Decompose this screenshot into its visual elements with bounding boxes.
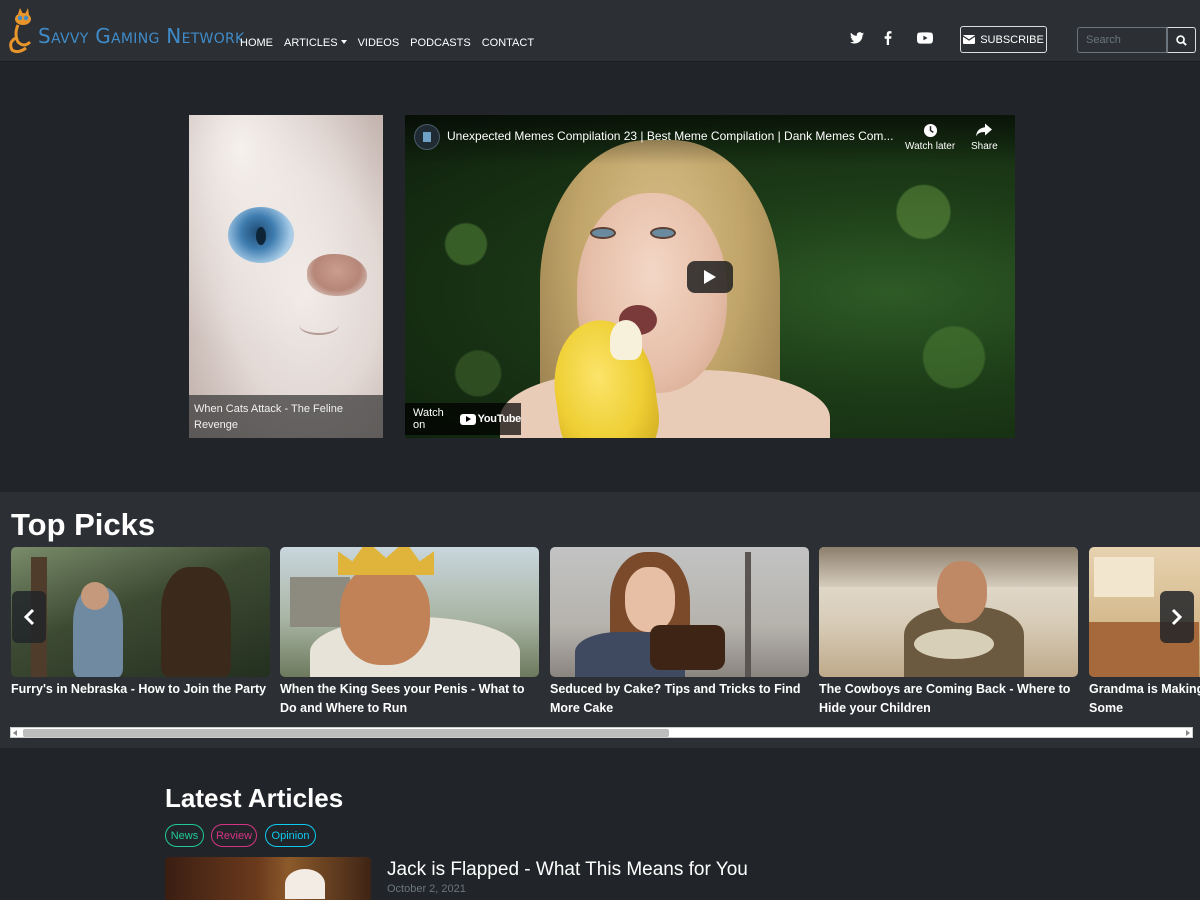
video-person-eye-right bbox=[650, 227, 676, 239]
carousel-prev-button[interactable] bbox=[12, 591, 46, 643]
channel-logo-icon bbox=[423, 132, 431, 142]
caret-down-icon bbox=[340, 40, 347, 44]
carousel-scrollbar[interactable] bbox=[10, 727, 1193, 738]
youtube-logo: YouTube bbox=[459, 413, 522, 425]
scroll-right-icon[interactable] bbox=[1186, 730, 1190, 736]
whipped-cream bbox=[285, 869, 325, 899]
play-icon bbox=[704, 270, 716, 284]
nav-articles[interactable]: ARTICLES bbox=[284, 37, 347, 49]
watch-later-label: Watch later bbox=[905, 141, 956, 152]
share-button[interactable]: Share bbox=[971, 123, 998, 152]
share-label: Share bbox=[971, 141, 998, 152]
youtube-icon[interactable] bbox=[916, 30, 934, 46]
pick-card[interactable]: The Cowboys are Coming Back - Where to H… bbox=[819, 547, 1078, 718]
chocolate-cake bbox=[650, 625, 725, 670]
latest-articles-heading: Latest Articles bbox=[165, 783, 344, 813]
pick-card[interactable]: When the King Sees your Penis - What to … bbox=[280, 547, 539, 718]
youtube-embed[interactable]: Unexpected Memes Compilation 23 | Best M… bbox=[405, 115, 1015, 438]
pick-title: When the King Sees your Penis - What to … bbox=[280, 682, 525, 715]
search-form bbox=[1077, 27, 1196, 53]
video-person-eye-left bbox=[590, 227, 616, 239]
nav-podcasts[interactable]: PODCASTS bbox=[410, 37, 471, 49]
chevron-right-icon bbox=[1171, 608, 1183, 626]
tag-review[interactable]: Review bbox=[211, 824, 257, 847]
cowboy-face bbox=[937, 561, 987, 623]
navbar: Savvy Gaming Network HOME ARTICLES VIDEO… bbox=[0, 0, 1200, 62]
lamp-pole bbox=[745, 552, 751, 677]
play-button[interactable] bbox=[687, 261, 733, 293]
youtube-logo-text: YouTube bbox=[477, 413, 522, 425]
banana-flesh bbox=[610, 320, 642, 360]
video-title[interactable]: Unexpected Memes Compilation 23 | Best M… bbox=[447, 129, 897, 143]
pick-card[interactable]: Furry's in Nebraska - How to Join the Pa… bbox=[11, 547, 270, 699]
share-icon bbox=[976, 123, 993, 137]
main-nav: HOME ARTICLES VIDEOS PODCASTS CONTACT bbox=[240, 37, 545, 49]
pick-image bbox=[550, 547, 809, 677]
clock-icon bbox=[923, 123, 937, 138]
woman-face bbox=[625, 567, 675, 632]
subscribe-button[interactable]: SUBSCRIBE bbox=[960, 26, 1047, 53]
pick-title: The Cowboys are Coming Back - Where to H… bbox=[819, 682, 1071, 715]
search-input[interactable] bbox=[1077, 27, 1167, 53]
brand-logo[interactable]: Savvy Gaming Network bbox=[6, 8, 245, 54]
pick-image bbox=[819, 547, 1078, 677]
cat-pupil bbox=[256, 227, 266, 245]
watch-on-label: Watch on bbox=[413, 407, 444, 431]
search-button[interactable] bbox=[1167, 27, 1196, 53]
envelope-icon bbox=[963, 35, 976, 44]
bigfoot-figure bbox=[161, 567, 231, 677]
cat-nose bbox=[307, 254, 367, 296]
nav-videos[interactable]: VIDEOS bbox=[358, 37, 400, 49]
carousel-next-button[interactable] bbox=[1160, 591, 1194, 643]
cat-mouth bbox=[299, 315, 339, 335]
man-head bbox=[81, 582, 109, 610]
pick-title: Furry's in Nebraska - How to Join the Pa… bbox=[11, 682, 267, 696]
youtube-logo-icon bbox=[459, 413, 476, 425]
watch-on-youtube-button[interactable]: Watch on YouTube bbox=[405, 403, 521, 435]
hero-feature-card[interactable]: When Cats Attack - The Feline Revenge bbox=[189, 115, 383, 438]
fox-logo-icon bbox=[9, 8, 32, 54]
cat-eye bbox=[228, 207, 294, 263]
facebook-icon[interactable] bbox=[879, 30, 897, 46]
search-icon bbox=[1176, 34, 1187, 46]
chevron-left-icon bbox=[23, 608, 35, 626]
nav-home[interactable]: HOME bbox=[240, 37, 273, 49]
twitter-icon[interactable] bbox=[848, 30, 866, 46]
scroll-left-icon[interactable] bbox=[13, 730, 17, 736]
crown bbox=[338, 547, 434, 575]
scrollbar-thumb[interactable] bbox=[23, 729, 669, 737]
tag-opinion[interactable]: Opinion bbox=[265, 824, 316, 847]
pick-image bbox=[11, 547, 270, 677]
subscribe-label: SUBSCRIBE bbox=[980, 33, 1044, 46]
channel-avatar[interactable] bbox=[414, 124, 440, 150]
hero-feature-caption: When Cats Attack - The Feline Revenge bbox=[189, 395, 383, 438]
cowboy-hat bbox=[914, 629, 994, 659]
nav-contact[interactable]: CONTACT bbox=[482, 37, 534, 49]
pick-card[interactable]: Seduced by Cake? Tips and Tricks to Find… bbox=[550, 547, 809, 718]
pick-image bbox=[280, 547, 539, 677]
king-face bbox=[340, 565, 430, 665]
article-thumbnail[interactable] bbox=[165, 857, 371, 900]
article-title[interactable]: Jack is Flapped - What This Means for Yo… bbox=[387, 859, 748, 881]
watch-later-button[interactable]: Watch later bbox=[905, 123, 955, 152]
tag-news[interactable]: News bbox=[165, 824, 204, 847]
kitchen-window bbox=[1094, 557, 1154, 597]
pick-title: Grandma is Making Cookies - Where to Get… bbox=[1089, 682, 1200, 715]
article-date: October 2, 2021 bbox=[387, 883, 466, 895]
pick-title: Seduced by Cake? Tips and Tricks to Find… bbox=[550, 682, 801, 715]
top-picks-heading: Top Picks bbox=[11, 507, 156, 542]
brand-name: Savvy Gaming Network bbox=[38, 24, 245, 48]
nav-articles-label: ARTICLES bbox=[284, 37, 338, 49]
